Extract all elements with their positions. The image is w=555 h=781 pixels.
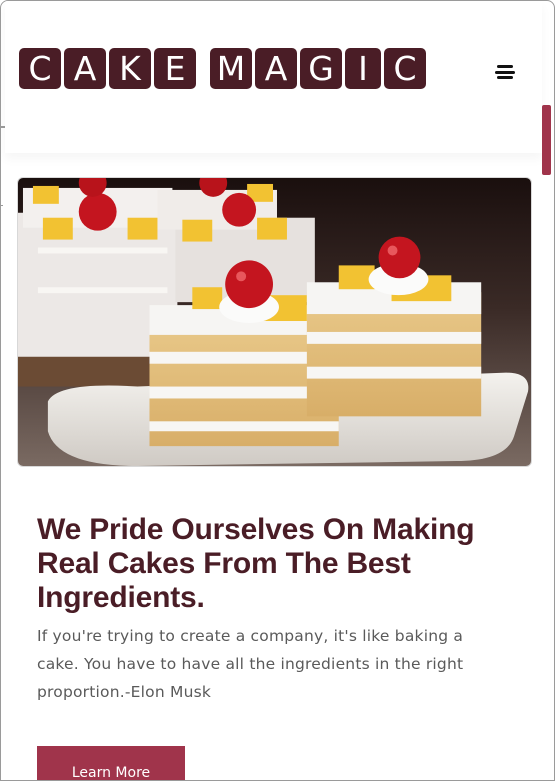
logo-letter-tile: A bbox=[255, 48, 297, 89]
browser-viewport: C A K E M A G I C We Pride Ourselves On … bbox=[0, 0, 555, 781]
hamburger-menu-icon[interactable] bbox=[495, 63, 517, 81]
logo-letter-tile: C bbox=[384, 48, 426, 89]
site-header: C A K E M A G I C bbox=[5, 1, 542, 153]
logo-letter-tile: E bbox=[154, 48, 196, 89]
logo-letter-tile: A bbox=[64, 48, 106, 89]
quote-text: If you're trying to create a company, it… bbox=[37, 627, 464, 701]
scrollbar-thumb[interactable] bbox=[542, 105, 551, 175]
hero-cake-image bbox=[17, 177, 532, 467]
logo-letter-tile: K bbox=[109, 48, 151, 89]
page-heading: We Pride Ourselves On Making Real Cakes … bbox=[37, 513, 475, 614]
learn-more-button[interactable]: Learn More bbox=[37, 746, 185, 780]
logo-letter-tile: C bbox=[19, 48, 61, 89]
logo-letter-tile: I bbox=[345, 48, 381, 89]
edge-mark bbox=[1, 205, 3, 206]
cake-illustration bbox=[18, 178, 531, 466]
logo-word-cake: C A K E bbox=[19, 48, 196, 89]
logo-word-magic: M A G I C bbox=[210, 48, 426, 89]
logo-letter-tile: G bbox=[300, 48, 342, 89]
logo-letter-tile: M bbox=[210, 48, 252, 89]
cake-magic-logo[interactable]: C A K E M A G I C bbox=[19, 48, 426, 89]
edge-mark bbox=[1, 126, 5, 128]
